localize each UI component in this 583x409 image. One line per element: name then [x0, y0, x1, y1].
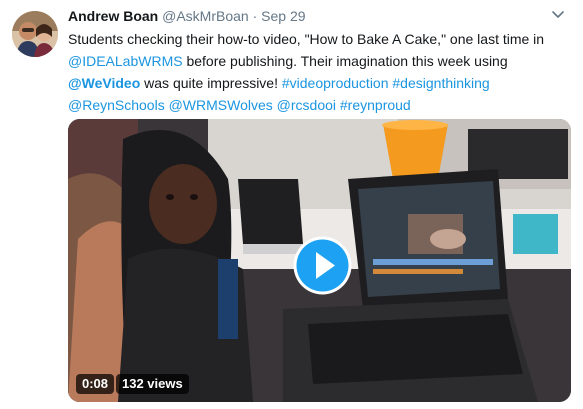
tweet-text: Students checking their how-to video, "H…	[68, 28, 568, 116]
tweet-header: Andrew Boan @AskMrBoan · Sep 29	[68, 7, 306, 26]
tweet-text-line-1: Students checking their how-to video, "H…	[68, 31, 545, 47]
tweet-text-line-3-body: was quite impressive!	[140, 75, 282, 91]
video-player[interactable]: 0:08 132 views	[68, 119, 571, 402]
avatar-photo	[12, 11, 58, 57]
video-views-badge: 132 views	[116, 374, 189, 394]
chevron-down-icon[interactable]	[550, 6, 566, 22]
mentions-line-4[interactable]: @ReynSchools @WRMSWolves @rcsdooi #reynp…	[68, 94, 568, 116]
mention-idealab[interactable]: @IDEALabWRMS	[68, 53, 183, 69]
orange-bin	[383, 124, 448, 179]
tweet-text-line-3: @WeVideo was quite impressive! #videopro…	[68, 72, 568, 94]
tweet-date[interactable]: Sep 29	[261, 8, 305, 24]
play-button[interactable]	[292, 235, 353, 296]
author-name[interactable]: Andrew Boan	[68, 8, 158, 24]
hashtags-line-3[interactable]: #videoproduction #designthinking	[282, 75, 490, 91]
teal-bin	[513, 214, 558, 254]
author-handle[interactable]: @AskMrBoan	[162, 8, 249, 24]
tweet-text-line-2-body: before publishing. Their imagination thi…	[182, 53, 508, 69]
video-duration-badge: 0:08	[76, 374, 115, 394]
mention-wevideo[interactable]: @WeVideo	[68, 75, 140, 91]
tweet-text-line-2: @IDEALabWRMS before publishing. Their im…	[68, 50, 568, 72]
header-separator: ·	[252, 8, 258, 24]
author-avatar[interactable]	[12, 11, 58, 57]
